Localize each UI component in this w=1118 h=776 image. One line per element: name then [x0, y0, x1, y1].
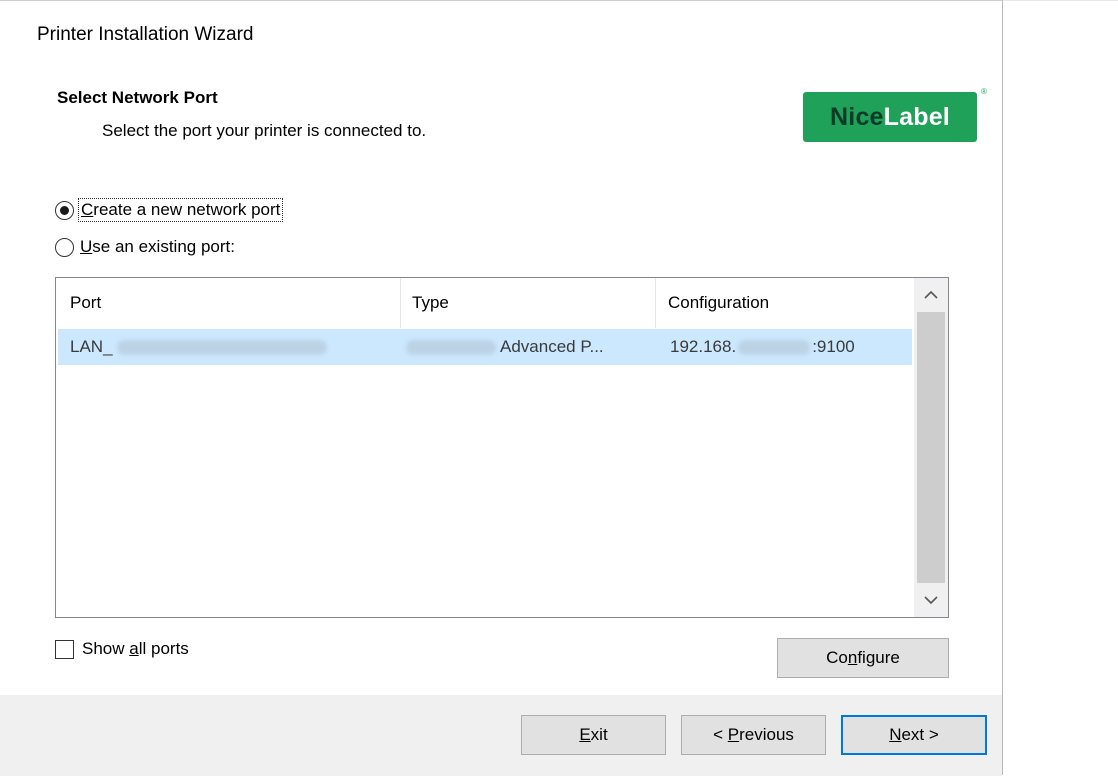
cell-type: Advanced P...: [406, 329, 604, 365]
next-button[interactable]: Next >: [841, 715, 987, 755]
page-title: Select Network Port: [57, 88, 218, 107]
btn-rest: figure: [857, 648, 900, 667]
table-row[interactable]: LAN_ Advanced P... 192.168. :9100: [58, 329, 912, 365]
chevron-up-icon[interactable]: [914, 278, 948, 311]
column-divider[interactable]: [655, 278, 656, 328]
exit-button[interactable]: Exit: [521, 715, 666, 755]
radio-use-existing-label[interactable]: Use an existing port:: [80, 237, 235, 257]
cell-configuration: 192.168. :9100: [670, 329, 855, 365]
config-suffix: :9100: [812, 337, 855, 356]
page-subtitle: Select the port your printer is connecte…: [102, 121, 427, 140]
window-title: Printer Installation Wizard: [37, 24, 254, 45]
redacted-text: [116, 339, 327, 355]
config-prefix: 192.168.: [670, 337, 737, 356]
show-all-ports-label[interactable]: Show all ports: [82, 639, 189, 659]
btn-rest: xit: [590, 725, 608, 744]
configure-button[interactable]: Co n figure: [777, 638, 949, 678]
nicelabel-logo: Nice Label: [803, 92, 977, 142]
btn-rest: revious: [739, 725, 794, 744]
column-header-configuration[interactable]: Configuration: [668, 278, 769, 328]
logo-part-label: Label: [883, 102, 950, 131]
label-prefix: Show: [82, 639, 130, 658]
access-key: U: [80, 237, 93, 256]
port-name: LAN_: [70, 337, 113, 356]
access-key: n: [847, 648, 858, 667]
wizard-window: Printer Installation Wizard Select Netwo…: [0, 0, 1003, 776]
redacted-text: [738, 339, 811, 355]
chevron-down-icon[interactable]: [914, 583, 948, 616]
access-key: C: [81, 200, 94, 219]
port-list-header: Port Type Configuration: [56, 278, 912, 328]
redacted-text: [406, 339, 496, 355]
column-divider[interactable]: [400, 278, 401, 328]
column-header-type[interactable]: Type: [412, 278, 449, 328]
radio-create-new-port[interactable]: Create a new network port: [55, 198, 284, 222]
registered-mark: ®: [981, 87, 987, 96]
previous-button[interactable]: < Previous: [681, 715, 826, 755]
show-all-ports-checkbox[interactable]: Show all ports: [55, 639, 189, 659]
logo-part-nice: Nice: [830, 102, 884, 131]
radio-dot-icon: [60, 205, 69, 215]
access-key: N: [889, 725, 902, 744]
access-key: E: [579, 725, 591, 744]
port-type: Advanced P...: [500, 337, 604, 356]
access-key: a: [129, 639, 139, 658]
btn-prefix: Co: [826, 648, 848, 667]
btn-prefix: <: [713, 725, 724, 744]
radio-button-checked[interactable]: [55, 200, 74, 220]
radio-button-unchecked[interactable]: [55, 237, 74, 257]
radio-use-existing-port[interactable]: Use an existing port:: [55, 237, 235, 257]
cell-port: LAN_: [70, 329, 327, 365]
access-key: P: [727, 725, 740, 744]
btn-rest: ext >: [901, 725, 939, 744]
label-rest: ll ports: [138, 639, 189, 658]
label-text: se an existing port:: [92, 237, 235, 256]
column-header-port[interactable]: Port: [70, 278, 101, 328]
port-list[interactable]: Port Type Configuration LAN_ Advanced P.…: [55, 277, 949, 618]
checkbox-box[interactable]: [55, 639, 74, 659]
vertical-scrollbar[interactable]: [914, 278, 948, 617]
radio-create-new-label[interactable]: Create a new network port: [77, 198, 284, 222]
wizard-footer: Exit < Previous Next >: [0, 695, 1002, 776]
scrollbar-thumb[interactable]: [917, 312, 945, 583]
label-text: reate a new network port: [93, 200, 281, 219]
